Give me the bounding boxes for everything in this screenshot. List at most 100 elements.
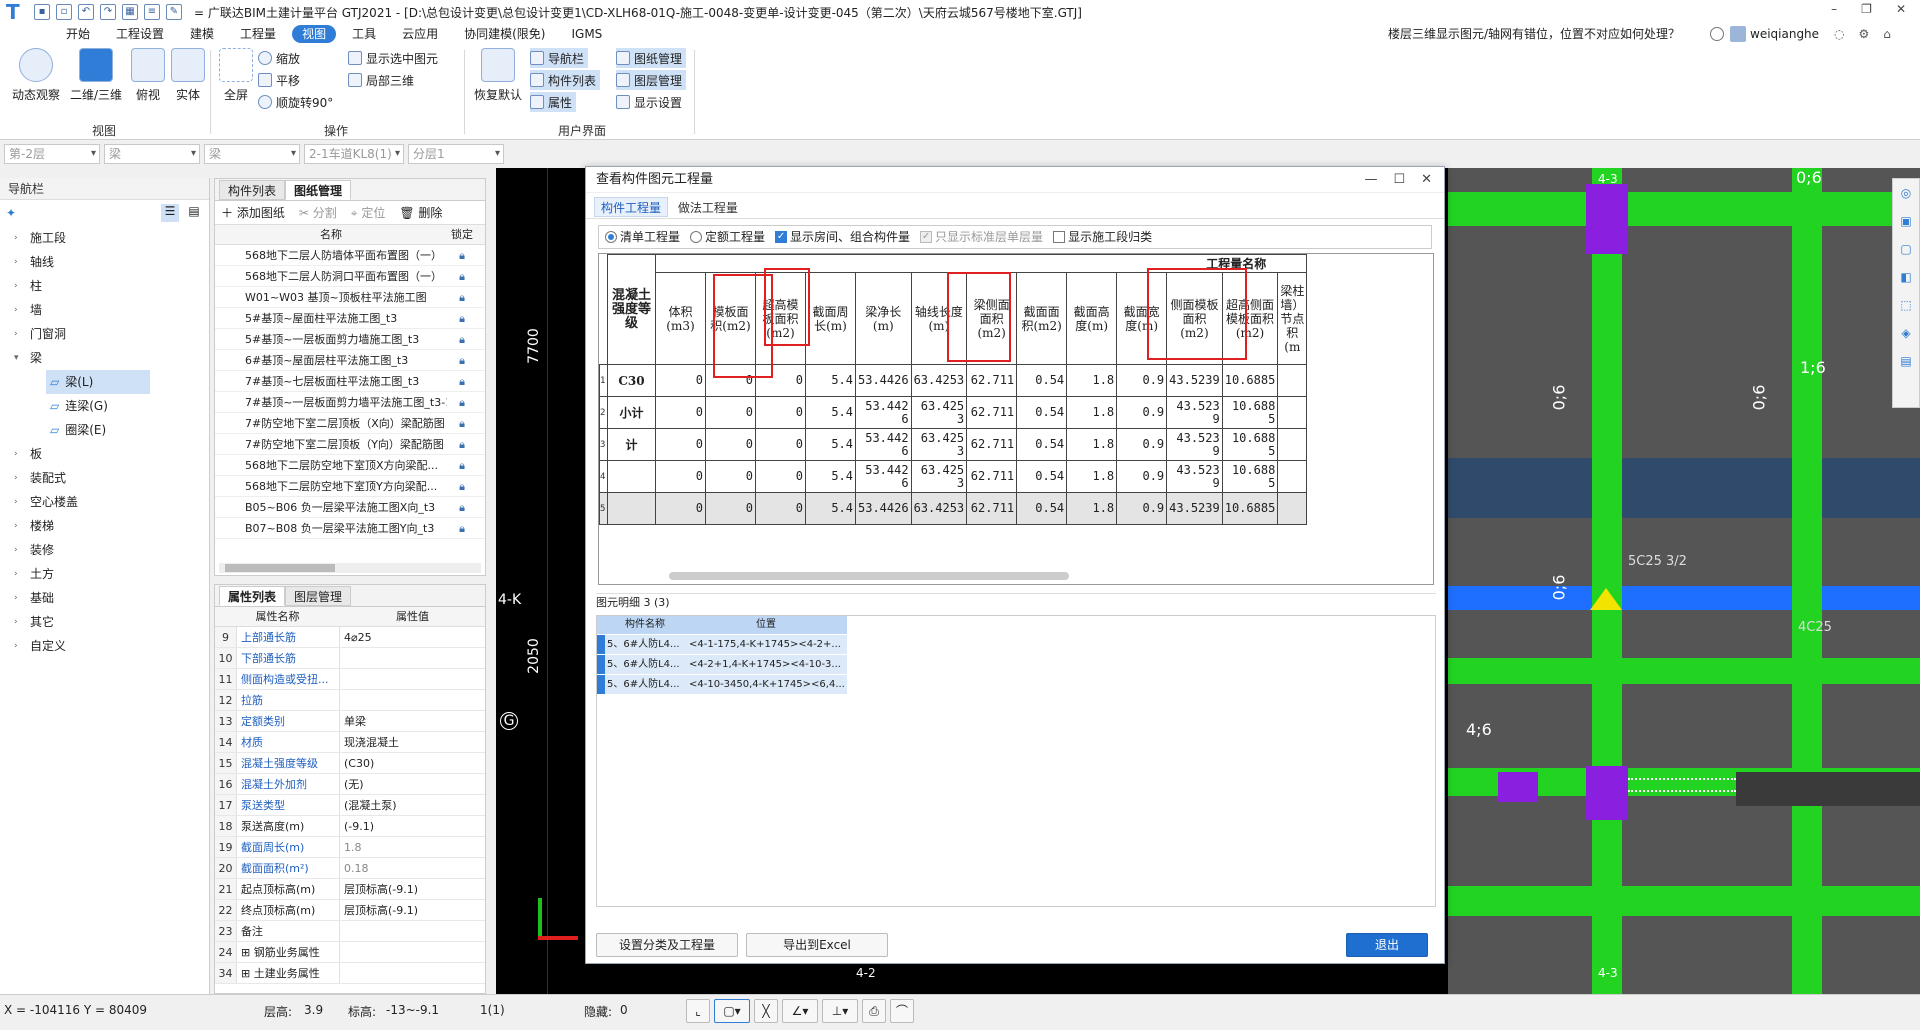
top-view-button[interactable]: 俯视 <box>128 48 168 103</box>
lock-icon[interactable]: 🔒︎ <box>447 371 477 391</box>
save-icon[interactable]: ▪ <box>34 4 50 20</box>
drawing-row[interactable]: 6#基顶~屋面层柱平法施工图_t3 🔒︎ <box>215 350 485 371</box>
user-name[interactable]: weiqianghe <box>1750 24 1819 44</box>
drawing-row[interactable]: 568地下二层人防洞口平面布置图（一） 🔒︎ <box>215 266 485 287</box>
drawing-row[interactable]: 7#防空地下室二层顶板（Y向）梁配筋图 🔒︎ <box>215 434 485 455</box>
property-value[interactable] <box>340 942 485 962</box>
redo-icon[interactable]: ↷ <box>100 4 116 20</box>
bell-icon[interactable]: ⌂ <box>1883 24 1891 44</box>
chevron-icon[interactable]: › <box>14 610 24 634</box>
tab-property-list[interactable]: 属性列表 <box>219 586 286 606</box>
property-row[interactable]: 16 混凝土外加剂 (无) <box>215 774 485 795</box>
chat-icon[interactable]: ◌ <box>1834 24 1844 44</box>
table-row[interactable]: 3 计 0 0 0 5.4 53.442 6 63.425 3 62.711 0.54 1.8 0.9… <box>599 428 1308 461</box>
chevron-icon[interactable]: › <box>14 490 24 514</box>
lock-icon[interactable]: 🔒︎ <box>447 497 477 517</box>
option-3[interactable]: ✓ 只显示标准层单层量 <box>920 225 1043 249</box>
offset-icon[interactable]: ⊥▾ <box>822 999 858 1023</box>
open-icon[interactable]: ▫ <box>56 4 72 20</box>
property-value[interactable] <box>340 648 485 668</box>
draw-icon[interactable]: ✎ <box>166 4 182 20</box>
split-button[interactable]: ✂ 分割 <box>299 204 337 221</box>
chevron-icon[interactable]: › <box>14 250 24 274</box>
app-logo[interactable]: T <box>6 1 28 23</box>
search-icon[interactable] <box>1710 27 1724 41</box>
lock-icon[interactable]: 🔒︎ <box>447 245 477 265</box>
2d-3d-button[interactable]: 二维/三维 <box>66 48 126 103</box>
detail-row[interactable]: 5、6#人防L4... <4-10-3450,4-K+1745><6,4... <box>597 674 847 694</box>
box-tool-icon[interactable]: ▢ <box>1893 235 1919 263</box>
dialog-maximize-icon[interactable]: ☐ <box>1393 167 1405 193</box>
property-row[interactable]: 12 拉筋 <box>215 690 485 711</box>
property-value[interactable]: (-9.1) <box>340 816 485 836</box>
layers-tool-icon[interactable]: ◈ <box>1893 319 1919 347</box>
property-value[interactable]: (C30) <box>340 753 485 773</box>
chevron-icon[interactable]: › <box>14 634 24 658</box>
lock-icon[interactable]: 🔒︎ <box>447 308 477 328</box>
drawing-row[interactable]: W01~W03 基顶~顶板柱平法施工图 🔒︎ <box>215 287 485 308</box>
property-value[interactable]: 1.8 <box>340 837 485 857</box>
type-combo[interactable]: 梁 <box>104 144 200 164</box>
zoom-button[interactable]: 缩放 <box>258 48 300 68</box>
checkbox-icon[interactable]: ✓ <box>775 231 788 243</box>
tab-component-list[interactable]: 构件列表 <box>219 180 286 200</box>
avatar[interactable] <box>1730 26 1746 42</box>
chevron-icon[interactable]: › <box>14 274 24 298</box>
option-2[interactable]: ✓ 显示房间、组合构件量 <box>775 225 910 249</box>
chevron-icon[interactable]: › <box>14 562 24 586</box>
drawing-row[interactable]: 7#防空地下室二层顶板（X向）梁配筋图 🔒︎ <box>215 413 485 434</box>
dialog-minimize-icon[interactable]: — <box>1364 167 1377 193</box>
layer-icon[interactable]: ≡ <box>144 4 160 20</box>
option-4[interactable]: 显示施工段归类 <box>1053 225 1152 249</box>
property-value[interactable]: 层顶标高(-9.1) <box>340 879 485 899</box>
property-value[interactable] <box>340 963 485 983</box>
3d-tool-icon[interactable]: ▣ <box>1893 207 1919 235</box>
drawing-row[interactable]: 568地下二层防空地下室顶Y方向梁配... 🔒︎ <box>215 476 485 497</box>
chevron-icon[interactable]: › <box>14 442 24 466</box>
undo-icon[interactable]: ↶ <box>78 4 94 20</box>
property-row[interactable]: 13 定额类别 单梁 <box>215 711 485 732</box>
table-row[interactable]: 4 0 0 0 5.4 53.442 6 63.425 3 62.711 0.54 1.8 0.9 4… <box>599 460 1308 493</box>
ribbon-tab-8[interactable]: IGMS <box>561 25 612 43</box>
select-rect-icon[interactable]: ▢▾ <box>714 999 750 1023</box>
print-icon[interactable]: ⎙ <box>862 999 886 1023</box>
checkbox-icon[interactable] <box>1053 231 1066 243</box>
export-excel-button[interactable]: 导出到Excel <box>746 933 888 957</box>
lock-icon[interactable]: 🔒︎ <box>447 329 477 349</box>
subtype-combo[interactable]: 梁 <box>204 144 300 164</box>
pan-button[interactable]: 平移 <box>258 70 300 90</box>
nav-subitem-2[interactable]: ▱ 圈梁(E) <box>0 418 209 442</box>
frame-tool-icon[interactable]: ⬚ <box>1893 291 1919 319</box>
chevron-icon[interactable]: › <box>14 298 24 322</box>
nav-item-13[interactable]: › 其它 <box>0 610 209 634</box>
delete-button[interactable]: 🗑 删除 <box>399 204 442 221</box>
property-value[interactable]: 0.18 <box>340 858 485 878</box>
orbit-tool-icon[interactable]: ◎ <box>1893 179 1919 207</box>
expand-icon[interactable]: ✦ <box>6 206 16 220</box>
property-row[interactable]: 21 起点顶标高(m) 层顶标高(-9.1) <box>215 879 485 900</box>
help-search[interactable]: 楼层三维显示图元/轴网有错位，位置不对应如何处理？ <box>1388 24 1718 44</box>
show-selected-button[interactable]: 显示选中图元 <box>348 48 438 68</box>
nav-item-11[interactable]: › 土方 <box>0 562 209 586</box>
nav-item-3[interactable]: › 墙 <box>0 298 209 322</box>
chevron-icon[interactable]: › <box>14 538 24 562</box>
lock-icon[interactable]: 🔒︎ <box>447 413 477 433</box>
dynamic-view-button[interactable]: 动态观察 <box>8 48 64 103</box>
drawing-row[interactable]: B05~B06 负一层梁平法施工图X向_t3 🔒︎ <box>215 497 485 518</box>
fullscreen-button[interactable]: 全屏 <box>214 48 258 103</box>
detail-row[interactable]: 5、6#人防L4... <4-2+1,4-K+1745><4-10-3... <box>597 654 847 674</box>
ribbon-tab-5[interactable]: 工具 <box>342 25 386 43</box>
tab-component-quantity[interactable]: 构件工程量 <box>594 197 669 217</box>
property-value[interactable]: 现浇混凝土 <box>340 732 485 752</box>
property-value[interactable]: (混凝土泵) <box>340 795 485 815</box>
property-row[interactable]: 15 混凝土强度等级 (C30) <box>215 753 485 774</box>
lock-icon[interactable]: 🔒︎ <box>447 266 477 286</box>
checkbox-icon[interactable]: ✓ <box>920 231 933 243</box>
layer-manager-toggle[interactable]: 图层管理 <box>616 70 687 90</box>
display-settings-button[interactable]: 显示设置 <box>616 92 682 112</box>
ribbon-tab-7[interactable]: 协同建模(限免) <box>454 25 555 43</box>
drawing-row[interactable]: B07~B08 负一层梁平法施工图Y向_t3 🔒︎ <box>215 518 485 539</box>
ribbon-tab-1[interactable]: 工程设置 <box>106 25 174 43</box>
ribbon-tab-6[interactable]: 云应用 <box>392 25 448 43</box>
lock-icon[interactable]: 🔒︎ <box>447 350 477 370</box>
